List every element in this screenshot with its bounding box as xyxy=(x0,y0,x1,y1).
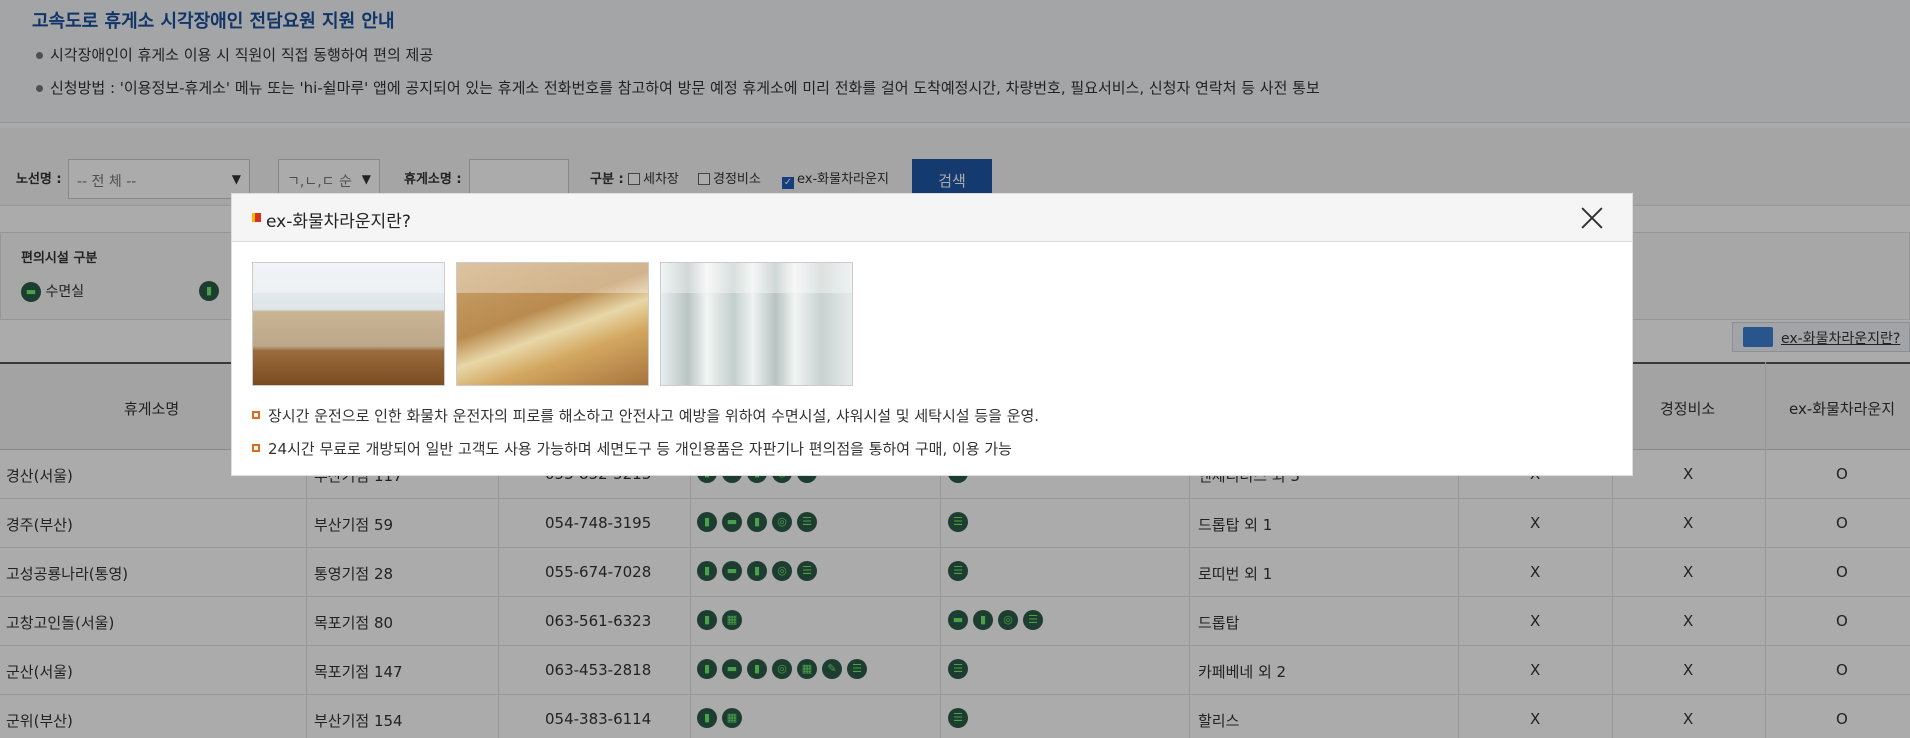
close-icon[interactable] xyxy=(1580,206,1604,230)
modal-desc-1-text: 장시간 운전으로 인한 화물차 운전자의 피로를 해소하고 안전사고 예방을 위… xyxy=(268,407,1040,425)
page: 고속도로 휴게소 시각장애인 전담요원 지원 안내 시각장애인이 휴게소 이용 … xyxy=(0,0,1910,738)
ex-lounge-modal: ex-화물차라운지란? 장시간 운전으로 인한 화물차 운전자의 피로를 해소하… xyxy=(231,193,1633,476)
lounge-photo-shower xyxy=(660,262,853,386)
modal-title: ex-화물차라운지란? xyxy=(266,212,411,232)
lounge-photo-laundry xyxy=(252,262,445,386)
modal-desc-1: 장시간 운전으로 인한 화물차 운전자의 피로를 해소하고 안전사고 예방을 위… xyxy=(252,405,1039,426)
modal-header: ex-화물차라운지란? xyxy=(232,194,1632,242)
modal-desc-2: 24시간 무료로 개방되어 일반 고객도 사용 가능하며 세면도구 등 개인용품… xyxy=(252,438,1012,459)
bullet-icon xyxy=(252,411,260,419)
lounge-photo-room xyxy=(456,262,649,386)
bullet-icon xyxy=(252,444,260,452)
modal-desc-2-text: 24시간 무료로 개방되어 일반 고객도 사용 가능하며 세면도구 등 개인용품… xyxy=(268,440,1012,458)
title-marker-icon xyxy=(252,213,261,222)
